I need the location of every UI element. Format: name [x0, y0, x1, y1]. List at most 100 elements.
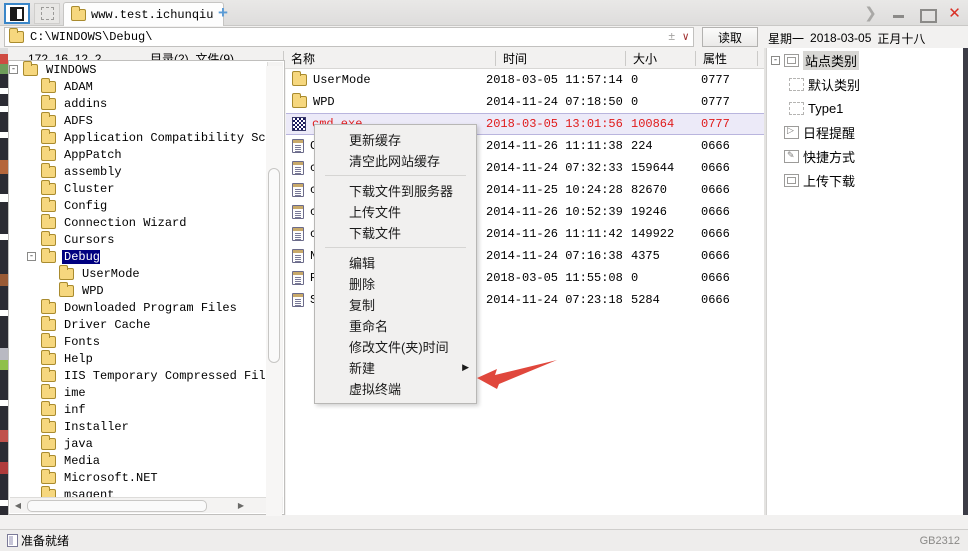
context-menu-item[interactable]: 修改文件(夹)时间	[315, 336, 476, 357]
context-menu-item[interactable]: 下载文件	[315, 222, 476, 243]
folder-icon	[71, 5, 86, 21]
scroll-right-icon[interactable]: ▶	[235, 500, 247, 512]
tree-item[interactable]: ADAM	[9, 78, 267, 95]
file-icon	[292, 205, 304, 219]
context-menu-item[interactable]: 删除	[315, 273, 476, 294]
file-size-cell: 0	[631, 73, 639, 87]
site-category-item[interactable]: 日程提醒	[767, 120, 968, 144]
context-menu-item-label: 下载文件到服务器	[349, 184, 454, 199]
tree-item[interactable]: - Debug	[9, 248, 267, 265]
site-category-panel[interactable]: - 站点类别默认类别 Type1 日程提醒快捷方式上传下载	[766, 48, 968, 515]
context-menu-item[interactable]: 上传文件	[315, 201, 476, 222]
context-menu[interactable]: 更新缓存 清空此网站缓存下载文件到服务器上传文件 下载文件编辑 删除 复制 重命名 修改文件…	[314, 124, 477, 404]
tree-item[interactable]: ADFS	[9, 112, 267, 129]
date-label: 2018-03-05	[810, 31, 872, 45]
site-category-item[interactable]: Type1	[767, 96, 968, 120]
folder-icon	[41, 197, 56, 212]
directory-tree-list[interactable]: - WINDOWS ADAM addins ADFS Application Compat…	[9, 61, 267, 498]
scroll-left-icon[interactable]: ◀	[12, 500, 24, 512]
tree-item-label: assembly	[64, 164, 122, 179]
context-menu-separator	[325, 175, 466, 176]
context-menu-item[interactable]: 编辑	[315, 252, 476, 273]
tree-item[interactable]: Downloaded Program Files	[9, 299, 267, 316]
file-row[interactable]: UserMode 2018-03-05 11:57:14 0 0777	[286, 69, 764, 91]
tree-item[interactable]: addins	[9, 95, 267, 112]
tree-toggle-icon[interactable]: -	[771, 55, 780, 65]
tree-item[interactable]: Fonts	[9, 333, 267, 350]
site-category-item[interactable]: - 站点类别	[767, 48, 968, 72]
close-icon[interactable]: ✕	[947, 5, 962, 21]
context-menu-item[interactable]: 新建 ▶	[315, 357, 476, 378]
minimize-icon[interactable]	[891, 6, 906, 21]
context-menu-item[interactable]: 清空此网站缓存	[315, 150, 476, 171]
tree-item[interactable]: Cluster	[9, 180, 267, 197]
tree-item[interactable]: Driver Cache	[9, 316, 267, 333]
context-menu-item[interactable]: 更新缓存	[315, 129, 476, 150]
site-category-item[interactable]: 默认类别	[767, 72, 968, 96]
tree-item[interactable]: java	[9, 435, 267, 452]
tree-item[interactable]: Microsoft.NET	[9, 469, 267, 486]
context-menu-item[interactable]: 重命名	[315, 315, 476, 336]
tree-item[interactable]: Config	[9, 197, 267, 214]
file-row[interactable]: WPD 2014-11-24 07:18:50 0 0777	[286, 91, 764, 113]
file-size-cell: 5284	[631, 293, 660, 307]
tree-item[interactable]: Application Compatibility Scrip	[9, 129, 267, 146]
chevron-down-icon[interactable]: ∨	[682, 30, 689, 44]
browser-tab[interactable]: www.test.ichunqiu	[63, 2, 225, 26]
file-time-cell: 2018-03-05 11:57:14	[486, 73, 623, 87]
file-list-scroll-thumb[interactable]	[268, 168, 280, 363]
site-category-label: 默认类别	[808, 77, 861, 93]
tree-item[interactable]: Media	[9, 452, 267, 469]
expand-chevron-icon[interactable]: ❯	[863, 6, 878, 21]
folder-icon	[59, 265, 74, 280]
status-bar: 准备就绪 GB2312	[0, 529, 968, 551]
address-bar[interactable]: C:\WINDOWS\Debug\ ± ∨	[4, 27, 694, 47]
column-header-attr[interactable]: 属性	[703, 51, 727, 66]
panes-icon	[10, 6, 24, 21]
file-list-scrollbar[interactable]	[266, 66, 282, 516]
tree-item-label: inf	[64, 402, 86, 417]
tree-item[interactable]: - WINDOWS	[9, 61, 267, 78]
tree-item[interactable]: assembly	[9, 163, 267, 180]
tree-toggle-icon[interactable]: -	[9, 65, 18, 74]
layout-panes-button[interactable]	[4, 3, 30, 24]
read-button[interactable]: 读取	[702, 27, 758, 47]
file-icon	[292, 249, 304, 263]
context-menu-item-label: 虚拟终端	[349, 382, 402, 397]
column-header-size[interactable]: 大小	[633, 51, 657, 66]
column-header-time[interactable]: 时间	[503, 51, 527, 66]
tree-item[interactable]: UserMode	[9, 265, 267, 282]
tree-horizontal-scrollbar[interactable]: ◀ ▶	[10, 497, 267, 513]
folder-icon	[41, 78, 56, 93]
new-tab-button[interactable]: +	[212, 4, 234, 24]
collapsed-sidebar-strip[interactable]	[0, 48, 8, 515]
select-region-button[interactable]	[34, 3, 60, 24]
tree-toggle-spacer	[771, 128, 780, 137]
context-menu-item[interactable]: 复制	[315, 294, 476, 315]
context-menu-item[interactable]: 虚拟终端	[315, 378, 476, 399]
dashed-box-icon	[40, 7, 54, 20]
tree-item[interactable]: IIS Temporary Compressed Files	[9, 367, 267, 384]
maximize-icon[interactable]	[919, 6, 937, 23]
tree-item[interactable]: Cursors	[9, 231, 267, 248]
site-category-item[interactable]: 上传下载	[767, 168, 968, 192]
tree-toggle-icon[interactable]: -	[27, 252, 36, 261]
tree-item[interactable]: Help	[9, 350, 267, 367]
tree-item[interactable]: AppPatch	[9, 146, 267, 163]
submenu-arrow-icon: ▶	[462, 362, 469, 372]
tree-item[interactable]: ime	[9, 384, 267, 401]
tree-item[interactable]: WPD	[9, 282, 267, 299]
plus-minus-icon[interactable]: ±	[668, 30, 675, 44]
tree-toggle-spacer	[771, 176, 780, 185]
scroll-thumb-h[interactable]	[27, 500, 207, 512]
tree-item[interactable]: inf	[9, 401, 267, 418]
context-menu-item[interactable]: 下载文件到服务器	[315, 180, 476, 201]
folder-icon	[41, 248, 56, 263]
site-category-item[interactable]: 快捷方式	[767, 144, 968, 168]
column-header-name[interactable]: 名称	[291, 51, 315, 66]
tree-item[interactable]: Connection Wizard	[9, 214, 267, 231]
folder-icon	[292, 71, 307, 86]
tree-toggle-spacer	[771, 152, 780, 161]
tree-item[interactable]: Installer	[9, 418, 267, 435]
tree-item-label: Driver Cache	[64, 317, 151, 332]
